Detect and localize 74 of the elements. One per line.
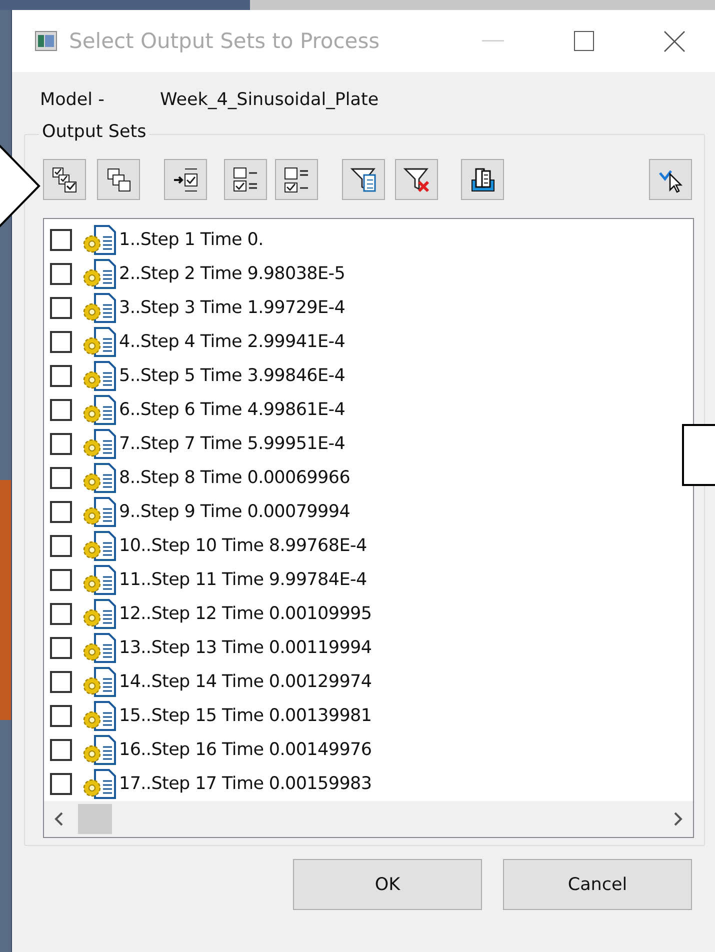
output-set-item[interactable]: 16..Step 16 Time 0.00149976 xyxy=(119,740,372,760)
output-set-item[interactable]: 11..Step 11 Time 9.99784E-4 xyxy=(119,570,367,590)
output-set-item[interactable]: 8..Step 8 Time 0.00069966 xyxy=(119,468,350,488)
output-set-item[interactable]: 17..Step 17 Time 0.00159983 xyxy=(119,774,372,794)
output-set-item[interactable]: 2..Step 2 Time 9.98038E-5 xyxy=(119,264,346,284)
gear-document-icon xyxy=(81,327,117,357)
gear-document-icon xyxy=(81,701,117,731)
checkbox[interactable] xyxy=(50,399,72,421)
check-all-icon xyxy=(50,164,80,194)
checkbox[interactable] xyxy=(50,603,72,625)
app-icon xyxy=(35,31,57,51)
gear-document-icon xyxy=(81,565,117,595)
output-set-item[interactable]: 1..Step 1 Time 0. xyxy=(119,230,264,250)
output-set-item[interactable]: 5..Step 5 Time 3.99846E-4 xyxy=(119,366,346,386)
arrow-checkbox-button[interactable] xyxy=(164,159,207,200)
close-icon[interactable] xyxy=(664,30,685,52)
output-set-item[interactable]: 7..Step 7 Time 5.99951E-4 xyxy=(119,434,346,454)
checklist-button[interactable] xyxy=(224,159,267,200)
checkbox[interactable] xyxy=(50,637,72,659)
checkbox[interactable] xyxy=(50,297,72,319)
checkbox[interactable] xyxy=(50,229,72,251)
checkbox[interactable] xyxy=(50,569,72,591)
clear-filter-button[interactable] xyxy=(395,159,438,200)
gear-document-icon xyxy=(81,259,117,289)
output-set-item[interactable]: 4..Step 4 Time 2.99941E-4 xyxy=(119,332,346,352)
model-label: Model - xyxy=(40,90,106,110)
gear-document-icon xyxy=(81,361,117,391)
output-set-item[interactable]: 12..Step 12 Time 0.00109995 xyxy=(119,604,372,624)
filter-button[interactable] xyxy=(342,159,385,200)
gear-document-icon xyxy=(81,429,117,459)
check-all-button[interactable] xyxy=(43,159,86,200)
checkbox[interactable] xyxy=(50,263,72,285)
output-set-item[interactable]: 3..Step 3 Time 1.99729E-4 xyxy=(119,298,346,318)
gear-document-icon xyxy=(81,225,117,255)
scroll-left-icon[interactable] xyxy=(54,812,64,826)
gear-document-icon xyxy=(81,633,117,663)
checkbox[interactable] xyxy=(50,671,72,693)
checkbox[interactable] xyxy=(50,433,72,455)
checkbox[interactable] xyxy=(50,365,72,387)
checklist-button[interactable] xyxy=(275,159,318,200)
ok-button[interactable]: OK xyxy=(293,859,482,910)
gear-document-icon xyxy=(81,667,117,697)
output-set-item[interactable]: 15..Step 15 Time 0.00139981 xyxy=(119,706,372,726)
gear-document-icon xyxy=(81,531,117,561)
horizontal-scrollbar[interactable] xyxy=(44,801,693,837)
gear-document-icon xyxy=(81,463,117,493)
gear-document-icon xyxy=(81,293,117,323)
group-label: Output Sets xyxy=(39,122,150,142)
maximize-icon[interactable] xyxy=(574,31,594,51)
checkbox[interactable] xyxy=(50,739,72,761)
scroll-right-icon[interactable] xyxy=(673,812,683,826)
gear-document-icon xyxy=(81,769,117,799)
checkbox[interactable] xyxy=(50,331,72,353)
scroll-thumb[interactable] xyxy=(78,804,112,834)
output-set-item[interactable]: 9..Step 9 Time 0.00079994 xyxy=(119,502,350,522)
output-set-item[interactable]: 14..Step 14 Time 0.00129974 xyxy=(119,672,372,692)
gear-document-icon xyxy=(81,599,117,629)
gear-document-icon xyxy=(81,735,117,765)
gear-document-icon xyxy=(81,395,117,425)
output-set-item[interactable]: 10..Step 10 Time 8.99768E-4 xyxy=(119,536,367,556)
checkbox[interactable] xyxy=(50,467,72,489)
checkbox[interactable] xyxy=(50,773,72,795)
output-set-item[interactable]: 6..Step 6 Time 4.99861E-4 xyxy=(119,400,346,420)
window-title: Select Output Sets to Process xyxy=(69,29,380,53)
pointer-button[interactable] xyxy=(649,159,692,200)
document-stack-button[interactable] xyxy=(461,159,504,200)
cancel-button[interactable]: Cancel xyxy=(503,859,692,910)
model-name: Week_4_Sinusoidal_Plate xyxy=(160,90,379,110)
checkbox[interactable] xyxy=(50,535,72,557)
output-set-item[interactable]: 13..Step 13 Time 0.00119994 xyxy=(119,638,372,658)
checkbox[interactable] xyxy=(50,501,72,523)
copy-button[interactable] xyxy=(97,159,140,200)
gear-document-icon xyxy=(81,497,117,527)
checkbox[interactable] xyxy=(50,705,72,727)
